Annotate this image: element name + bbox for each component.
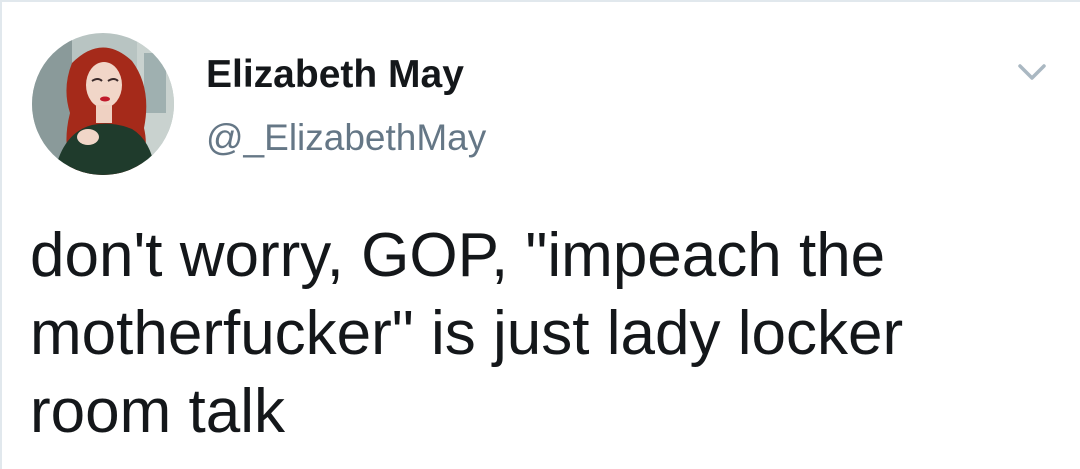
chevron-down-icon <box>1018 64 1046 80</box>
avatar[interactable] <box>32 33 174 175</box>
card-top-border <box>0 0 1080 2</box>
card-left-border <box>0 0 2 469</box>
tweet-card: Elizabeth May @_ElizabethMay don't worry… <box>0 0 1080 469</box>
tweet-text: don't worry, GOP, "impeach the motherfuc… <box>30 221 904 446</box>
author-handle[interactable]: @_ElizabethMay <box>206 114 486 162</box>
author-display-name[interactable]: Elizabeth May <box>206 50 464 100</box>
tweet-menu-button[interactable] <box>1012 56 1052 90</box>
profile-photo-icon <box>32 33 174 175</box>
